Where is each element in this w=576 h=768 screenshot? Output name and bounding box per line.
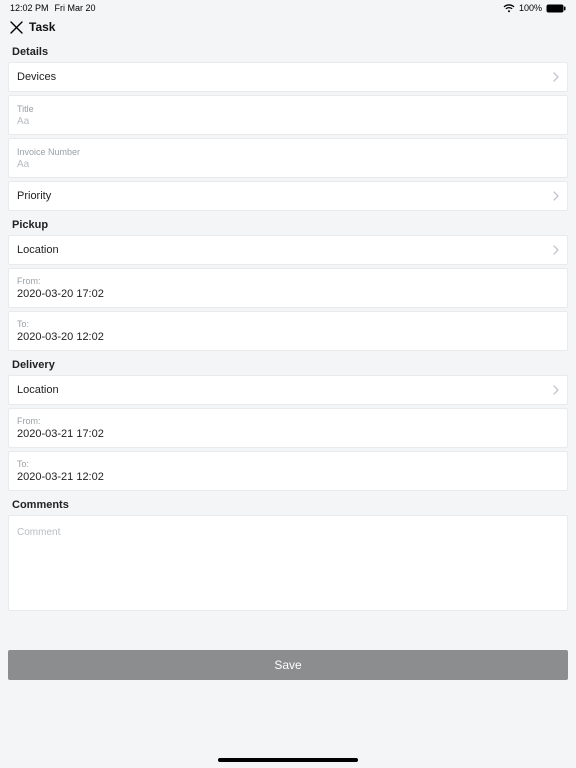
save-button[interactable]: Save — [8, 650, 568, 680]
comments-header: Comments — [0, 491, 576, 515]
comments-input[interactable]: Comment — [8, 515, 568, 611]
pickup-to-row[interactable]: To: 2020-03-20 12:02 — [8, 311, 568, 351]
chevron-right-icon — [553, 245, 559, 255]
delivery-from-value: 2020-03-21 17:02 — [17, 428, 104, 440]
pickup-location-row[interactable]: Location — [8, 235, 568, 265]
pickup-from-value: 2020-03-20 17:02 — [17, 288, 104, 300]
chevron-right-icon — [553, 385, 559, 395]
devices-label: Devices — [17, 71, 56, 83]
pickup-to-label: To: — [17, 319, 29, 329]
title-row[interactable]: Title Aa — [8, 95, 568, 135]
details-header: Details — [0, 38, 576, 62]
chevron-right-icon — [553, 72, 559, 82]
delivery-to-row[interactable]: To: 2020-03-21 12:02 — [8, 451, 568, 491]
invoice-label: Invoice Number — [17, 147, 80, 157]
pickup-header: Pickup — [0, 211, 576, 235]
comments-placeholder: Comment — [17, 527, 60, 538]
battery-icon — [546, 4, 566, 13]
delivery-location-label: Location — [17, 384, 59, 396]
pickup-from-label: From: — [17, 276, 41, 286]
wifi-icon — [503, 4, 515, 13]
status-bar: 12:02 PM Fri Mar 20 100% — [0, 0, 576, 16]
pickup-location-label: Location — [17, 244, 59, 256]
pickup-from-row[interactable]: From: 2020-03-20 17:02 — [8, 268, 568, 308]
title-placeholder: Aa — [17, 116, 29, 127]
title-label: Title — [17, 104, 34, 114]
status-time: 12:02 PM — [10, 3, 49, 13]
page-title: Task — [29, 20, 55, 34]
home-indicator — [218, 758, 358, 762]
delivery-location-row[interactable]: Location — [8, 375, 568, 405]
chevron-right-icon — [553, 191, 559, 201]
nav-bar: Task — [0, 16, 576, 38]
delivery-header: Delivery — [0, 351, 576, 375]
devices-row[interactable]: Devices — [8, 62, 568, 92]
status-battery-percent: 100% — [519, 3, 542, 13]
delivery-from-label: From: — [17, 416, 41, 426]
save-label: Save — [274, 658, 301, 672]
delivery-from-row[interactable]: From: 2020-03-21 17:02 — [8, 408, 568, 448]
priority-row[interactable]: Priority — [8, 181, 568, 211]
status-date: Fri Mar 20 — [55, 3, 96, 13]
close-icon[interactable] — [10, 21, 23, 34]
invoice-placeholder: Aa — [17, 159, 29, 170]
invoice-row[interactable]: Invoice Number Aa — [8, 138, 568, 178]
pickup-to-value: 2020-03-20 12:02 — [17, 331, 104, 343]
delivery-to-value: 2020-03-21 12:02 — [17, 471, 104, 483]
priority-label: Priority — [17, 190, 51, 202]
delivery-to-label: To: — [17, 459, 29, 469]
